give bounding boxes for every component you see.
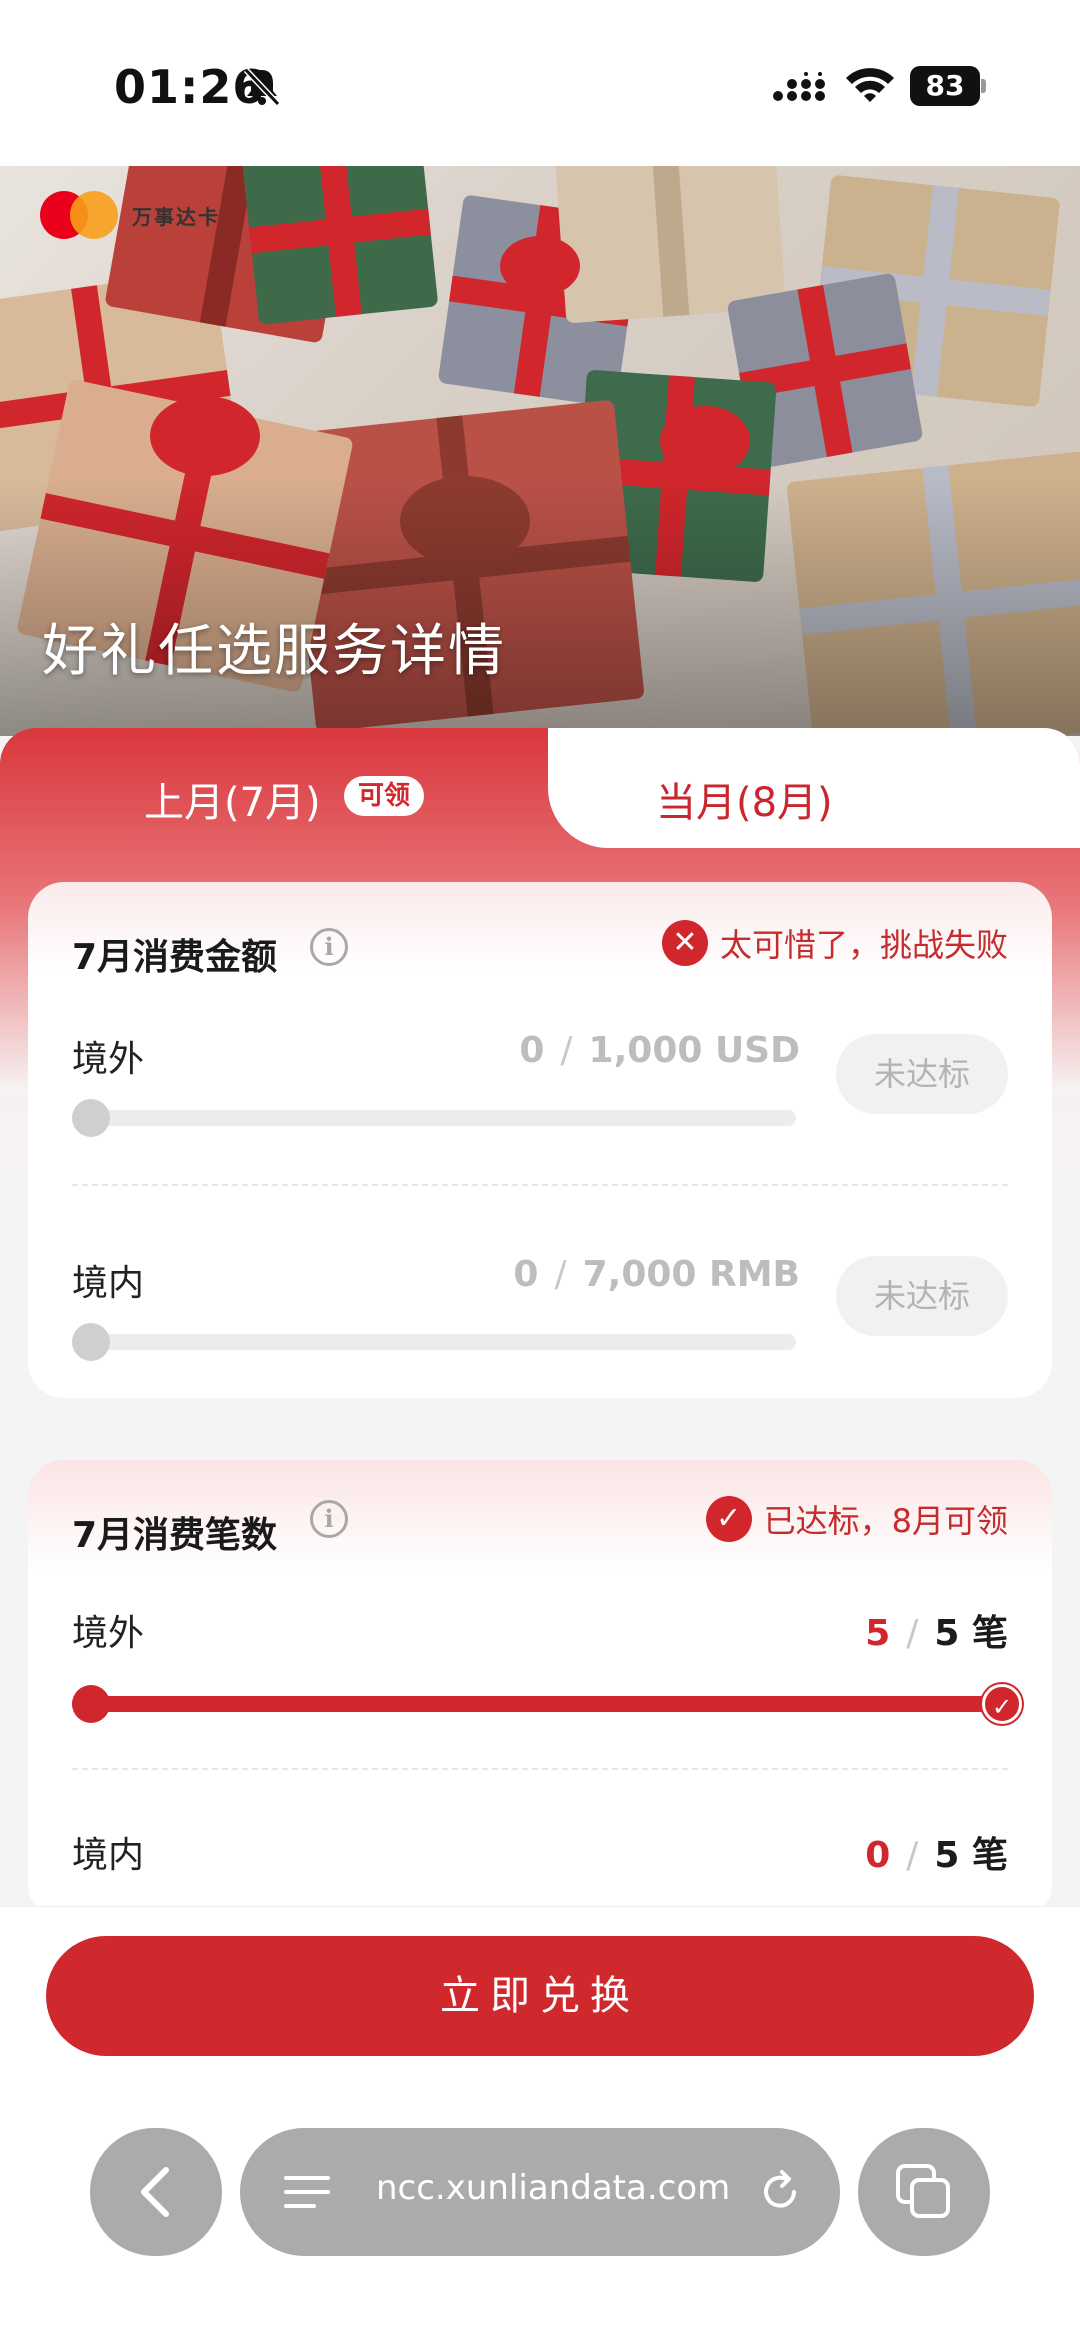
check-circle-icon: ✓	[705, 1496, 752, 1542]
url-text: ncc.xunliandata.com	[376, 2168, 731, 2208]
hero-banner: 万事达卡 好礼任选服务详情	[0, 166, 1080, 736]
count-card: 7月消费笔数 i ✓ 已达标，8月可领 境外 5/5 笔 ✓ 境内 0/5 笔	[28, 1460, 1052, 1920]
page-title: 好礼任选服务详情	[42, 619, 506, 684]
domestic-amount-value: 0/7,000 RMB	[513, 1254, 800, 1295]
close-circle-icon: ✕	[661, 920, 708, 966]
redeem-button[interactable]: 立即兑换	[46, 1936, 1034, 2056]
fail-status: ✕ 太可惜了，挑战失败	[661, 920, 1008, 966]
battery-icon: 83	[910, 66, 986, 106]
row-label-overseas: 境外	[72, 1613, 145, 1654]
amount-card: 7月消费金额 i ✕ 太可惜了，挑战失败 境外 0/1,000 USD 未达标 …	[28, 882, 1052, 1398]
progress-track	[72, 1334, 796, 1350]
back-button[interactable]	[90, 2128, 222, 2256]
tab-current-month-label: 当月(8月)	[656, 780, 833, 826]
reload-icon[interactable]	[756, 2168, 804, 2216]
fail-status-text: 太可惜了，挑战失败	[719, 926, 1008, 964]
info-icon[interactable]: i	[310, 1500, 348, 1538]
overseas-count-value: 5/5 笔	[865, 1613, 1008, 1654]
brand-name: 万事达卡	[132, 204, 220, 229]
not-reached-button[interactable]: 未达标	[836, 1034, 1008, 1114]
signal-icon	[773, 72, 825, 101]
info-icon[interactable]: i	[310, 928, 348, 966]
tabs-icon	[896, 2164, 950, 2218]
mastercard-logo: 万事达卡	[40, 190, 220, 240]
tabs-button[interactable]	[858, 2128, 990, 2256]
progress-handle	[72, 1099, 110, 1137]
progress-handle	[72, 1685, 110, 1723]
divider	[72, 1768, 1008, 1770]
bell-muted-icon	[243, 67, 281, 107]
count-card-title: 7月消费笔数	[72, 1515, 278, 1556]
row-label-domestic: 境内	[72, 1263, 145, 1304]
check-icon: ✓	[982, 1684, 1022, 1724]
battery-level: 83	[910, 66, 980, 106]
progress-handle	[72, 1323, 110, 1361]
claimable-badge: 可领	[344, 776, 424, 816]
address-bar[interactable]: ncc.xunliandata.com	[240, 2128, 840, 2256]
not-reached-button[interactable]: 未达标	[836, 1256, 1008, 1336]
divider	[72, 1184, 1008, 1186]
chevron-left-icon	[141, 2167, 169, 2217]
progress-fill	[72, 1696, 1008, 1712]
domestic-count-value: 0/5 笔	[865, 1835, 1008, 1876]
amount-card-title: 7月消费金额	[72, 937, 278, 978]
row-label-domestic: 境内	[72, 1835, 145, 1876]
success-status: ✓ 已达标，8月可领	[705, 1496, 1008, 1542]
menu-icon[interactable]	[284, 2172, 330, 2212]
row-label-overseas: 境外	[72, 1039, 145, 1080]
tab-last-month-label: 上月(7月)	[144, 780, 321, 826]
overseas-amount-value: 0/1,000 USD	[519, 1030, 800, 1071]
wifi-icon	[846, 68, 894, 102]
progress-track	[72, 1110, 796, 1126]
status-bar: 01:26 83	[0, 0, 1080, 166]
success-status-text: 已达标，8月可领	[763, 1502, 1008, 1540]
